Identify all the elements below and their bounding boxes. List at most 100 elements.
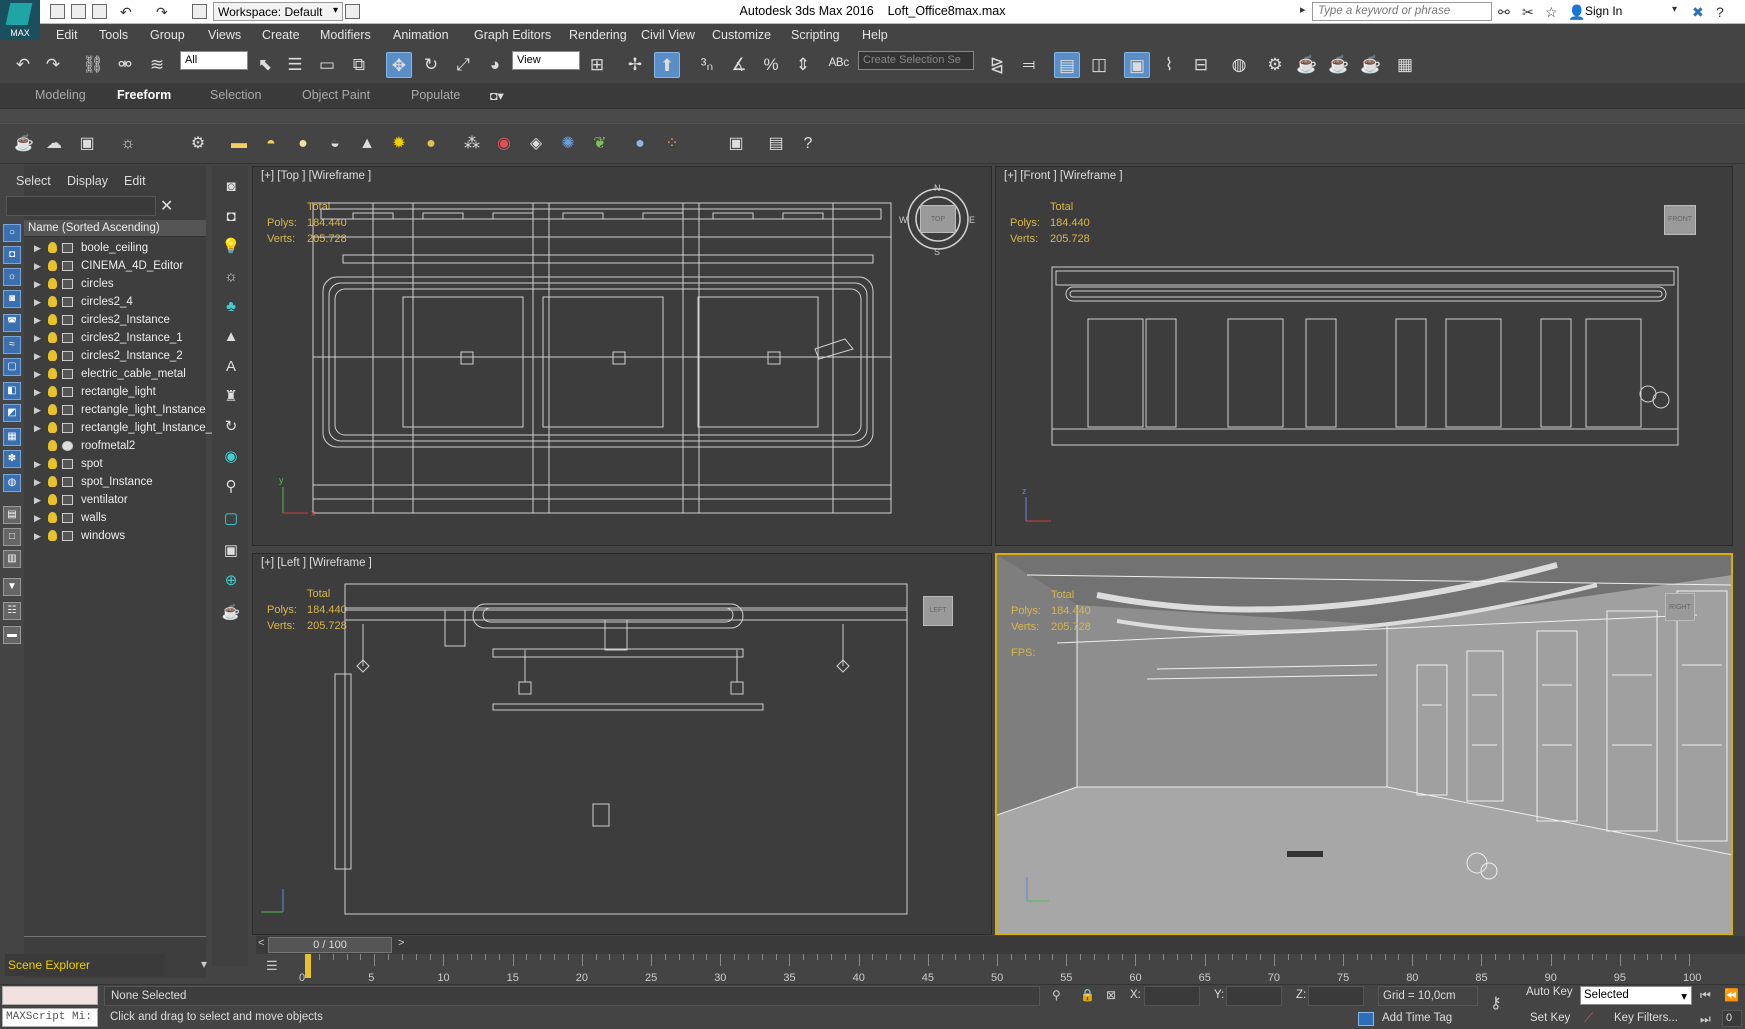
cone-icon[interactable]: ▲ [220, 326, 242, 348]
physical-camera-icon[interactable]: ◘ [220, 206, 242, 228]
workspace-dropdown[interactable]: Workspace: Default [213, 2, 343, 21]
light-bulb-icon[interactable]: 💡 [220, 236, 242, 258]
close-x-icon[interactable]: ✖ [1692, 4, 1704, 21]
light-bulb-visibility-icon[interactable] [48, 440, 57, 451]
adaptive-degradation-icon[interactable] [1358, 1012, 1374, 1026]
scene-explorer-item[interactable]: ▶ circles2_Instance_2 [24, 348, 206, 366]
unlink-icon[interactable]: ⚮ [112, 52, 138, 78]
time-slider-track[interactable] [256, 936, 1745, 954]
display-groups-icon[interactable]: ▢ [3, 358, 21, 376]
light-bulb-visibility-icon[interactable] [48, 296, 57, 307]
viewport-left[interactable]: [+] [Left ] [Wireframe ] Total Polys: 184… [252, 553, 992, 935]
frame-icon[interactable]: ▢ [220, 508, 242, 530]
key-filters-button[interactable]: Key Filters... [1614, 1012, 1678, 1024]
bind-space-warp-icon[interactable]: ≋ [144, 52, 170, 78]
expand-arrow-icon[interactable]: ▶ [34, 423, 41, 434]
teapot-icon[interactable]: ☕ [12, 132, 36, 156]
display-none-icon[interactable]: □ [3, 528, 21, 546]
scene-explorer-item[interactable]: ▶ CINEMA_4D_Editor [24, 258, 206, 276]
ribbon-tab-modeling[interactable]: Modeling [35, 88, 86, 102]
save-icon[interactable] [92, 4, 107, 19]
scene-explorer-item[interactable]: ▶ windows [24, 528, 206, 546]
select-and-rotate-icon[interactable]: ↻ [418, 52, 444, 78]
light-bulb-visibility-icon[interactable] [48, 494, 57, 505]
link-icon[interactable]: ⛓ [80, 52, 106, 78]
ribbon-tab-selection[interactable]: Selection [210, 88, 261, 102]
maxscript-mini-listener[interactable]: MAXScript Mi: [2, 1008, 98, 1027]
select-by-name-icon[interactable]: ☰ [282, 52, 308, 78]
menu-tools[interactable]: Tools [99, 28, 128, 42]
view-cube-front[interactable]: FRONT [1664, 205, 1696, 235]
menu-animation[interactable]: Animation [393, 28, 449, 42]
fur-icon[interactable]: ✺ [556, 132, 580, 156]
display-all-icon[interactable]: ▤ [3, 506, 21, 524]
expand-arrow-icon[interactable]: ▶ [34, 477, 41, 488]
pivot-center-icon[interactable]: ⊞ [584, 52, 610, 78]
add-time-tag[interactable]: Add Time Tag [1382, 1012, 1452, 1024]
teapot-outline-icon[interactable]: ☕ [220, 602, 242, 624]
expand-arrow-icon[interactable]: ▶ [34, 495, 41, 506]
select-and-scale-icon[interactable]: ⤢ [450, 52, 476, 78]
sphere-light-icon[interactable]: ● [291, 132, 315, 156]
filter-list-icon[interactable]: ☷ [3, 602, 21, 620]
render-toggle-icon[interactable] [62, 261, 73, 271]
scene-explorer-item[interactable]: ▶ spot [24, 456, 206, 474]
y-coordinate-input[interactable] [1226, 986, 1282, 1006]
isolate-selection-icon[interactable]: ⚲ [1052, 988, 1061, 1002]
scene-explorer-item[interactable]: ▶ electric_cable_metal [24, 366, 206, 384]
light-bulb-visibility-icon[interactable] [48, 422, 57, 433]
image-icon[interactable]: ▣ [75, 132, 99, 156]
render-iterative-icon[interactable]: ☕ [1358, 52, 1384, 78]
manipulate-icon[interactable]: ✢ [622, 52, 648, 78]
expand-arrow-icon[interactable]: ▶ [34, 369, 41, 380]
particles-icon[interactable]: ⁂ [460, 132, 484, 156]
search-input[interactable]: Type a keyword or phrase [1312, 2, 1492, 21]
redo-quick-icon[interactable]: ↷ [156, 4, 168, 21]
globe-icon[interactable]: ◉ [220, 446, 242, 468]
named-selection-sets-dropdown[interactable]: Create Selection Se [858, 51, 974, 70]
sun-light-icon[interactable]: ☼ [220, 266, 242, 288]
expand-arrow-icon[interactable]: ▶ [34, 351, 41, 362]
material-library-icon[interactable]: ⁘ [660, 132, 684, 156]
scene-explorer-item[interactable]: ▶ rectangle_light [24, 384, 206, 402]
display-cameras-icon[interactable]: ◙ [3, 290, 21, 308]
expand-arrow-icon[interactable]: ▶ [34, 243, 41, 254]
viewport-front[interactable]: [+] [Front ] [Wireframe ] Total Polys: 18… [995, 166, 1733, 546]
set-key-button[interactable]: Set Key [1530, 1012, 1570, 1024]
tab-edit[interactable]: Edit [124, 174, 146, 188]
expand-search-icon[interactable]: ▸ [1300, 3, 1306, 16]
scene-explorer-item[interactable]: ▶ circles [24, 276, 206, 294]
display-frozen-icon[interactable]: ✽ [3, 450, 21, 468]
ribbon-tab-populate[interactable]: Populate [411, 88, 460, 102]
scene-explorer-item[interactable]: ▶ walls [24, 510, 206, 528]
screen-icon[interactable]: ▣ [220, 540, 242, 562]
render-toggle-icon[interactable] [62, 333, 73, 343]
menu-create[interactable]: Create [262, 28, 300, 42]
menu-customize[interactable]: Customize [712, 28, 771, 42]
rendered-frame-window-icon[interactable]: ☕ [1294, 52, 1320, 78]
keyboard-shortcut-override-icon[interactable]: ⬆ [654, 52, 680, 78]
layer-explorer-icon[interactable]: ◫ [1086, 52, 1112, 78]
open-icon[interactable] [71, 4, 86, 19]
ribbon-options-icon[interactable]: ◘▾ [490, 88, 504, 103]
menu-civil-view[interactable]: Civil View [641, 28, 695, 42]
scene-explorer-scroll[interactable] [24, 936, 206, 954]
select-object-icon[interactable]: ⬉ [252, 52, 278, 78]
render-in-cloud-icon[interactable]: ▦ [1392, 52, 1418, 78]
quick-access-menu-icon[interactable] [345, 4, 360, 19]
go-to-end-icon[interactable]: ⏭ [1700, 1012, 1711, 1027]
viewport-perspective[interactable]: Total Polys: 184.440 Verts: 205.728 FPS: R… [995, 553, 1733, 935]
x-coordinate-input[interactable] [1144, 986, 1200, 1006]
area-light-icon[interactable]: ▬ [227, 132, 251, 156]
render-toggle-icon[interactable] [62, 531, 73, 541]
previous-frame-icon[interactable]: ⏪ [1724, 988, 1739, 1002]
render-toggle-icon[interactable] [62, 297, 73, 307]
question-icon[interactable]: ? [796, 132, 820, 156]
display-bones-icon[interactable]: ◩ [3, 404, 21, 422]
expand-arrow-icon[interactable]: ▶ [34, 297, 41, 308]
help-icon[interactable]: ? [1716, 4, 1724, 20]
scene-explorer-item[interactable]: ▶ circles2_4 [24, 294, 206, 312]
display-shapes-icon[interactable]: ◘ [3, 246, 21, 264]
proxy-icon[interactable]: ◉ [492, 132, 516, 156]
key-mode-dropdown[interactable]: Selected [1580, 986, 1692, 1005]
